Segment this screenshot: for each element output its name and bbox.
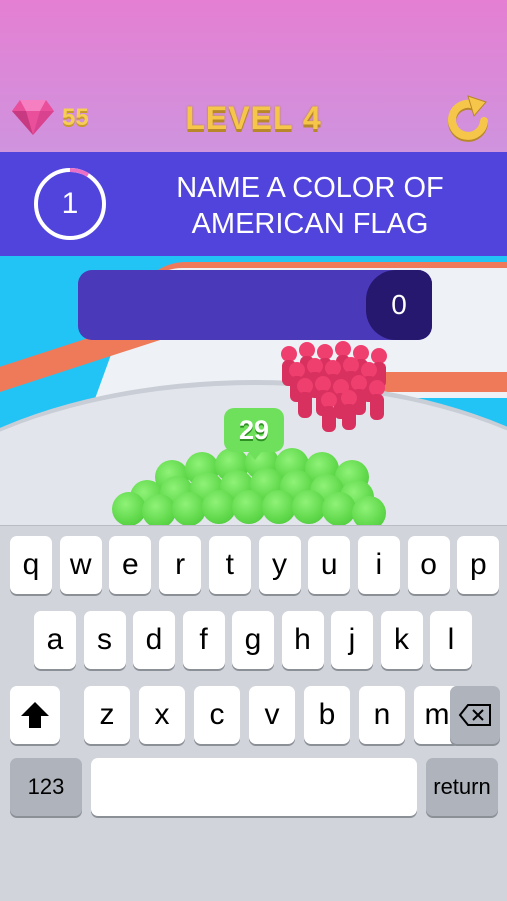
key-j[interactable]: j — [331, 611, 373, 669]
question-banner: 1 NAME A COLOR OF AMERICAN FLAG — [0, 152, 507, 256]
key-e[interactable]: e — [109, 536, 152, 594]
enemy-runner — [320, 392, 338, 434]
enemy-runner — [340, 390, 358, 432]
backspace-icon — [458, 704, 491, 726]
key-z[interactable]: z — [84, 686, 130, 744]
delete-key[interactable] — [450, 686, 500, 744]
top-hud: 55 LEVEL 4 — [0, 92, 507, 148]
enemy-crowd — [270, 338, 400, 433]
player-runner — [322, 492, 356, 525]
crowd-count: 29 — [238, 415, 270, 445]
key-o[interactable]: o — [407, 536, 450, 594]
question-text: NAME A COLOR OF AMERICAN FLAG — [140, 170, 480, 242]
key-s[interactable]: s — [83, 611, 126, 669]
enemy-runner — [296, 378, 314, 420]
key-h[interactable]: h — [281, 611, 324, 669]
restart-arrow-icon[interactable] — [444, 94, 494, 144]
keyboard: q w e r t y u i o p a s d f g h j k l z x c v b n m 123 return — [0, 525, 507, 901]
level-title: LEVEL 4 — [185, 100, 322, 136]
key-w[interactable]: w — [59, 536, 102, 594]
player-runner — [112, 492, 146, 525]
player-runner — [172, 492, 206, 525]
player-runner — [202, 490, 236, 524]
key-p[interactable]: p — [457, 536, 500, 594]
player-runner — [292, 490, 326, 524]
key-l[interactable]: l — [430, 611, 472, 669]
player-runner — [352, 496, 386, 525]
key-v[interactable]: v — [249, 686, 295, 744]
key-u[interactable]: u — [308, 536, 351, 594]
key-q[interactable]: q — [10, 536, 52, 594]
key-k[interactable]: k — [380, 611, 423, 669]
space-key[interactable] — [91, 758, 417, 816]
key-c[interactable]: c — [194, 686, 240, 744]
key-b[interactable]: b — [304, 686, 350, 744]
countdown-timer: 1 — [61, 187, 79, 220]
key-a[interactable]: a — [34, 611, 76, 669]
answer-input[interactable] — [78, 270, 432, 340]
key-f[interactable]: f — [182, 611, 225, 669]
key-y[interactable]: y — [258, 536, 301, 594]
key-n[interactable]: n — [359, 686, 405, 744]
numbers-key[interactable]: 123 — [10, 758, 82, 816]
player-runner — [262, 490, 296, 524]
question-line-2: AMERICAN FLAG — [191, 208, 429, 240]
player-runner — [142, 494, 176, 525]
key-r[interactable]: r — [159, 536, 202, 594]
key-x[interactable]: x — [139, 686, 185, 744]
shift-arrow-icon — [21, 702, 49, 728]
shift-key[interactable] — [10, 686, 60, 744]
key-g[interactable]: g — [232, 611, 274, 669]
question-line-1: NAME A COLOR OF — [176, 172, 444, 204]
key-i[interactable]: i — [357, 536, 400, 594]
key-t[interactable]: t — [208, 536, 251, 594]
return-key[interactable]: return — [426, 758, 498, 816]
enemy-runner — [368, 380, 386, 422]
game-scene: 29 — [0, 0, 507, 525]
key-d[interactable]: d — [133, 611, 175, 669]
player-runner — [232, 490, 266, 524]
